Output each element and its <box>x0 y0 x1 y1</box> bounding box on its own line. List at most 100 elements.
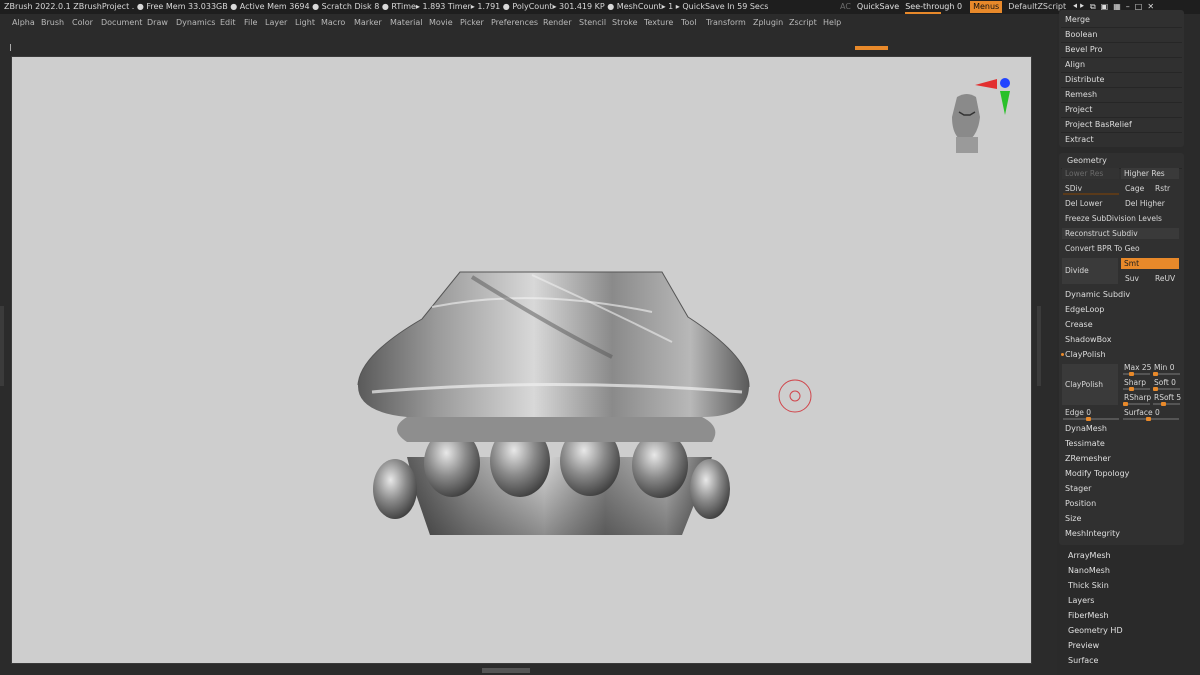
tool-subpalette-geometry-hd[interactable]: Geometry HD <box>1068 626 1123 635</box>
geometry-item-tessimate[interactable]: Tessimate <box>1065 439 1105 448</box>
geometry-item-meshintegrity[interactable]: MeshIntegrity <box>1065 529 1120 538</box>
menu-movie[interactable]: Movie <box>429 14 453 32</box>
tool-subpalette-layers[interactable]: Layers <box>1068 596 1094 605</box>
geometry-header[interactable]: Geometry <box>1067 156 1107 165</box>
bottom-tray-handle[interactable] <box>482 668 530 673</box>
menu-zscript[interactable]: Zscript <box>789 14 817 32</box>
menu-material[interactable]: Material <box>390 14 423 32</box>
tool-subpalette-thick-skin[interactable]: Thick Skin <box>1068 581 1109 590</box>
min-slider[interactable] <box>1153 372 1180 376</box>
geometry-item-size[interactable]: Size <box>1065 514 1081 523</box>
left-tray-handle[interactable] <box>0 306 4 386</box>
smt-toggle[interactable]: Smt <box>1121 258 1179 269</box>
panel-item-extract[interactable]: Extract <box>1065 135 1094 144</box>
menu-marker[interactable]: Marker <box>354 14 382 32</box>
ac-toggle[interactable]: AC <box>840 0 851 14</box>
tool-subpalette-preview[interactable]: Preview <box>1068 641 1099 650</box>
menu-macro[interactable]: Macro <box>321 14 345 32</box>
menu-zplugin[interactable]: Zplugin <box>753 14 783 32</box>
rsharp-slider-knob[interactable] <box>1123 402 1128 406</box>
surface-slider-knob[interactable] <box>1146 417 1151 421</box>
menu-stencil[interactable]: Stencil <box>579 14 606 32</box>
menu-file[interactable]: File <box>244 14 257 32</box>
menu-render[interactable]: Render <box>543 14 571 32</box>
menu-picker[interactable]: Picker <box>460 14 484 32</box>
default-zscript-button[interactable]: DefaultZScript <box>1008 0 1066 14</box>
panel-item-project-basrelief[interactable]: Project BasRelief <box>1065 120 1132 129</box>
panel-item-project[interactable]: Project <box>1065 105 1092 114</box>
rsoft-slider-label[interactable]: RSoft 5 <box>1154 393 1181 402</box>
tool-subpalette-arraymesh[interactable]: ArrayMesh <box>1068 551 1111 560</box>
panel-item-bevel-pro[interactable]: Bevel Pro <box>1065 45 1103 54</box>
geometry-item-stager[interactable]: Stager <box>1065 484 1091 493</box>
panel-item-distribute[interactable]: Distribute <box>1065 75 1104 84</box>
menu-help[interactable]: Help <box>823 14 841 32</box>
cage-button[interactable]: Cage <box>1125 184 1144 193</box>
crease-item[interactable]: Crease <box>1065 320 1093 329</box>
edge-slider-label[interactable]: Edge 0 <box>1065 408 1091 417</box>
rsharp-slider-label[interactable]: RSharp <box>1124 393 1151 402</box>
edge-slider[interactable] <box>1063 417 1119 421</box>
soft-slider[interactable] <box>1153 387 1180 391</box>
sharp-slider[interactable] <box>1123 387 1150 391</box>
tool-subpalette-surface[interactable]: Surface <box>1068 656 1098 665</box>
menu-texture[interactable]: Texture <box>644 14 673 32</box>
menu-layer[interactable]: Layer <box>265 14 287 32</box>
geometry-item-modify-topology[interactable]: Modify Topology <box>1065 469 1129 478</box>
soft-slider-label[interactable]: Soft 0 <box>1154 378 1176 387</box>
soft-slider-knob[interactable] <box>1153 387 1158 391</box>
canvas-viewport[interactable] <box>12 57 1031 663</box>
convert-bpr-button[interactable]: Convert BPR To Geo <box>1065 244 1140 253</box>
claypolish-header[interactable]: ClayPolish <box>1065 350 1106 359</box>
min-slider-knob[interactable] <box>1153 372 1158 376</box>
menus-button[interactable]: Menus <box>970 1 1003 13</box>
surface-slider-label[interactable]: Surface 0 <box>1124 408 1160 417</box>
shadowbox-item[interactable]: ShadowBox <box>1065 335 1111 344</box>
sdiv-slider-label[interactable]: SDiv <box>1065 184 1082 193</box>
menu-preferences[interactable]: Preferences <box>491 14 538 32</box>
panel-item-boolean[interactable]: Boolean <box>1065 30 1097 39</box>
dynamic-subdiv-item[interactable]: Dynamic Subdiv <box>1065 290 1130 299</box>
rsoft-slider[interactable] <box>1153 402 1180 406</box>
divide-button[interactable]: Divide <box>1062 258 1118 284</box>
edge-slider-knob[interactable] <box>1086 417 1091 421</box>
rsoft-slider-knob[interactable] <box>1161 402 1166 406</box>
panel-item-align[interactable]: Align <box>1065 60 1085 69</box>
see-through-slider[interactable]: See-through 0 <box>905 0 964 14</box>
del-higher-button[interactable]: Del Higher <box>1125 199 1165 208</box>
claypolish-button[interactable]: ClayPolish <box>1062 364 1118 405</box>
sdiv-slider[interactable] <box>1063 193 1119 195</box>
menu-document[interactable]: Document <box>101 14 142 32</box>
lower-res-button[interactable]: Lower Res <box>1062 168 1119 179</box>
quicksave-button[interactable]: QuickSave <box>857 0 899 14</box>
sharp-slider-knob[interactable] <box>1129 387 1134 391</box>
panel-item-remesh[interactable]: Remesh <box>1065 90 1097 99</box>
surface-slider[interactable] <box>1123 417 1179 421</box>
menu-brush[interactable]: Brush <box>41 14 64 32</box>
menu-light[interactable]: Light <box>295 14 315 32</box>
sharp-slider-label[interactable]: Sharp <box>1124 378 1146 387</box>
suv-toggle[interactable]: Suv <box>1125 274 1139 283</box>
menu-dynamics[interactable]: Dynamics <box>176 14 215 32</box>
max-slider-label[interactable]: Max 25 <box>1124 363 1151 372</box>
freeze-subdivision-button[interactable]: Freeze SubDivision Levels <box>1065 214 1162 223</box>
menu-draw[interactable]: Draw <box>147 14 168 32</box>
menu-alpha[interactable]: Alpha <box>12 14 35 32</box>
rstr-button[interactable]: Rstr <box>1155 184 1170 193</box>
geometry-item-dynamesh[interactable]: DynaMesh <box>1065 424 1107 433</box>
menu-color[interactable]: Color <box>72 14 93 32</box>
right-tray-handle[interactable] <box>1037 306 1041 386</box>
menu-edit[interactable]: Edit <box>220 14 236 32</box>
reconstruct-subdiv-button[interactable]: Reconstruct Subdiv <box>1062 228 1179 239</box>
menu-transform[interactable]: Transform <box>706 14 746 32</box>
min-slider-label[interactable]: Min 0 <box>1154 363 1174 372</box>
geometry-item-zremesher[interactable]: ZRemesher <box>1065 454 1111 463</box>
del-lower-button[interactable]: Del Lower <box>1065 199 1102 208</box>
rsharp-slider[interactable] <box>1123 402 1150 406</box>
menu-tool[interactable]: Tool <box>681 14 697 32</box>
tool-subpalette-fibermesh[interactable]: FiberMesh <box>1068 611 1109 620</box>
tool-subpalette-nanomesh[interactable]: NanoMesh <box>1068 566 1110 575</box>
edgeloop-item[interactable]: EdgeLoop <box>1065 305 1104 314</box>
max-slider-knob[interactable] <box>1129 372 1134 376</box>
max-slider[interactable] <box>1123 372 1150 376</box>
